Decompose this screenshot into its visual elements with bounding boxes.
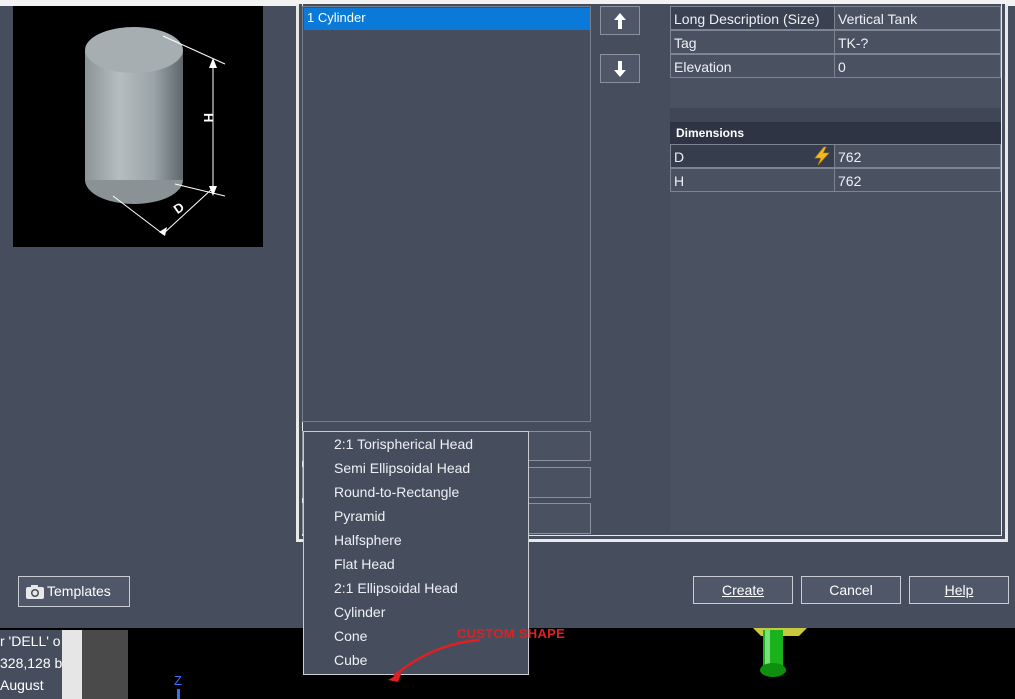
- menu-item-flat-head[interactable]: Flat Head: [304, 552, 528, 576]
- menu-item-torispherical-head[interactable]: 2:1 Torispherical Head: [304, 432, 528, 456]
- menu-item-halfsphere[interactable]: Halfsphere: [304, 528, 528, 552]
- dimension-row-h: H 762: [670, 168, 1001, 192]
- property-row-tag: Tag TK-?: [670, 30, 1001, 54]
- dimension-value[interactable]: 762: [835, 144, 1001, 168]
- shape-list-item-selected[interactable]: 1 Cylinder: [304, 8, 590, 30]
- ucs-axis-icon: Z: [174, 673, 182, 699]
- command-line-3: August: [0, 677, 44, 693]
- lightning-icon[interactable]: [812, 146, 832, 166]
- dimension-value[interactable]: 762: [835, 168, 1001, 192]
- annotation-arrow-icon: [388, 638, 481, 682]
- move-up-button[interactable]: [600, 6, 640, 35]
- create-label: Create: [721, 582, 765, 598]
- cylinder-preview-graphic: H D: [85, 27, 226, 236]
- property-panel: Long Description (Size) Vertical Tank Ta…: [670, 6, 1001, 531]
- menu-item-semi-ellipsoidal-head[interactable]: Semi Ellipsoidal Head: [304, 456, 528, 480]
- property-row-elevation: Elevation 0: [670, 54, 1001, 78]
- command-line-history: r 'DELL' o 328,128 by August: [0, 630, 62, 699]
- menu-item-ellipsoidal-head[interactable]: 2:1 Ellipsoidal Head: [304, 576, 528, 600]
- property-key: Tag: [670, 30, 835, 54]
- arrow-up-icon: [614, 12, 626, 29]
- property-key: Elevation: [670, 54, 835, 78]
- move-down-button[interactable]: [600, 54, 640, 83]
- command-line-gutter: [82, 630, 128, 699]
- property-value[interactable]: 0: [835, 54, 1001, 78]
- shape-preview: H D: [13, 6, 263, 247]
- shape-list[interactable]: 1 Cylinder: [302, 6, 591, 422]
- dimension-row-d: D 762: [670, 144, 1001, 168]
- property-row-long-description: Long Description (Size) Vertical Tank: [670, 6, 1001, 30]
- arrow-down-icon: [614, 60, 626, 77]
- help-button[interactable]: Help: [909, 576, 1009, 604]
- green-pipe-graphic: [753, 628, 807, 677]
- command-line-divider: [62, 630, 82, 699]
- svg-text:Z: Z: [174, 673, 182, 688]
- menu-item-pyramid[interactable]: Pyramid: [304, 504, 528, 528]
- help-label: Help: [944, 582, 974, 598]
- command-line-2: 328,128 by: [0, 655, 62, 671]
- property-value[interactable]: Vertical Tank: [835, 6, 1001, 30]
- dimension-key: D: [670, 144, 835, 168]
- create-button[interactable]: Create: [693, 576, 793, 604]
- camera-icon: [26, 585, 44, 599]
- dimensions-header: Dimensions: [670, 122, 1001, 144]
- menu-item-round-to-rectangle[interactable]: Round-to-Rectangle: [304, 480, 528, 504]
- templates-button[interactable]: Templates: [18, 576, 130, 607]
- property-value[interactable]: TK-?: [835, 30, 1001, 54]
- height-label: H: [201, 113, 216, 122]
- command-line-1: r 'DELL' o: [0, 633, 61, 649]
- cancel-button[interactable]: Cancel: [801, 576, 901, 604]
- templates-label: Templates: [47, 583, 111, 599]
- cancel-label: Cancel: [829, 582, 873, 598]
- dimension-key: H: [670, 168, 835, 192]
- menu-item-cylinder[interactable]: Cylinder: [304, 600, 528, 624]
- property-key: Long Description (Size): [670, 6, 835, 30]
